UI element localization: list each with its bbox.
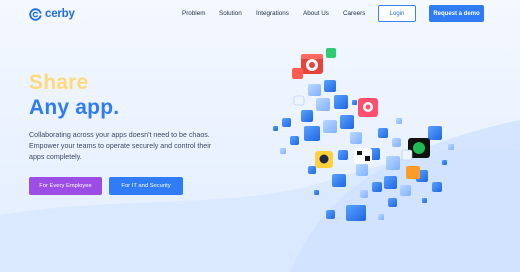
app-cubes-illustration [273,48,454,221]
cerby-logo-icon [29,7,42,21]
nav-item-integrations[interactable]: Integrations [256,10,289,17]
app-cube-green-icon [326,48,336,58]
app-cube-cow-icon [354,148,372,164]
nav-item-careers[interactable]: Careers [343,10,365,17]
hero-title-line1: Share [29,71,89,94]
app-cube-orange-icon [406,166,420,179]
app-cube-pink-icon [358,98,378,117]
app-cube-red-small-icon [292,68,303,79]
app-cube-yellow-icon [315,151,333,168]
brand-name: cerby [45,8,75,20]
login-button[interactable]: Login [378,5,416,22]
nav-item-about-us[interactable]: About Us [303,10,329,17]
for-it-security-button[interactable]: For IT and Security [109,177,183,195]
request-demo-button[interactable]: Request a demo [429,5,484,22]
hero-title-line2: Any app. [29,96,120,119]
nav-item-solution[interactable]: Solution [219,10,242,17]
app-cube-red-icon [301,54,323,74]
page: cerby Problem Solution Integrations Abou… [0,0,520,272]
hero-description: Collaborating across your apps doesn't n… [29,131,212,161]
for-every-employee-button[interactable]: For Every Employee [29,177,102,195]
brand-logo[interactable]: cerby [29,7,75,21]
nav-item-problem[interactable]: Problem [182,10,205,17]
